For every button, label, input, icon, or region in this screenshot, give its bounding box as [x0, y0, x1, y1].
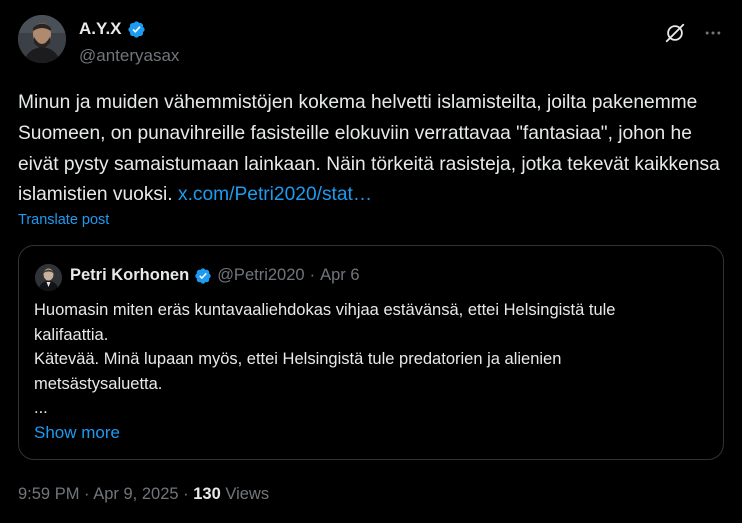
tweet-link[interactable]: x.com/Petri2020/stat…: [178, 184, 372, 205]
quoted-text-line: kalifaattia.: [34, 325, 109, 344]
author-avatar[interactable]: [18, 15, 66, 63]
quoted-text-line: Huomasin miten eräs kuntavaaliehdokas vi…: [34, 301, 616, 319]
quoted-date: Apr 6: [320, 266, 360, 284]
tweet-meta-footer: 9:59 PM · Apr 9, 2025 · 130 Views: [18, 485, 269, 504]
quoted-text: Huomasin miten eräs kuntavaaliehdokas vi…: [34, 298, 709, 421]
more-horizontal-icon[interactable]: [700, 20, 726, 46]
quoted-author-handle: @Petri2020: [217, 266, 305, 284]
quoted-text-line: metsästysaluetta.: [34, 374, 163, 393]
verified-badge-icon: [127, 20, 146, 39]
show-more-link[interactable]: Show more: [34, 423, 120, 443]
quoted-text-line: ...: [34, 399, 48, 418]
quoted-separator: ·: [309, 266, 316, 284]
author-name[interactable]: A.Y.X: [79, 19, 122, 39]
verified-badge-icon: [194, 267, 212, 285]
post-date[interactable]: Apr 9, 2025: [93, 485, 178, 503]
quoted-author-name: Petri Korhonen: [70, 266, 190, 284]
views-count: 130: [193, 485, 221, 503]
post-time[interactable]: 9:59 PM: [18, 485, 79, 503]
meta-separator: ·: [84, 485, 90, 503]
author-name-row[interactable]: A.Y.X: [79, 19, 146, 39]
grok-icon[interactable]: [664, 22, 686, 44]
translate-post-link[interactable]: Translate post: [18, 212, 109, 228]
meta-separator: ·: [183, 485, 189, 503]
tweet-text: Minun ja muiden vähemmistöjen kokema hel…: [18, 88, 730, 211]
views-label: Views: [225, 485, 270, 503]
quoted-text-line: Kätevää. Minä lupaan myös, ettei Helsing…: [34, 350, 562, 369]
quoted-header: Petri Korhonen @Petri2020 · Apr 6: [70, 266, 360, 285]
quoted-author-avatar: [35, 264, 62, 291]
quoted-tweet-card[interactable]: Petri Korhonen @Petri2020 · Apr 6 Huomas…: [18, 245, 724, 460]
author-handle[interactable]: @anteryasax: [79, 46, 179, 66]
